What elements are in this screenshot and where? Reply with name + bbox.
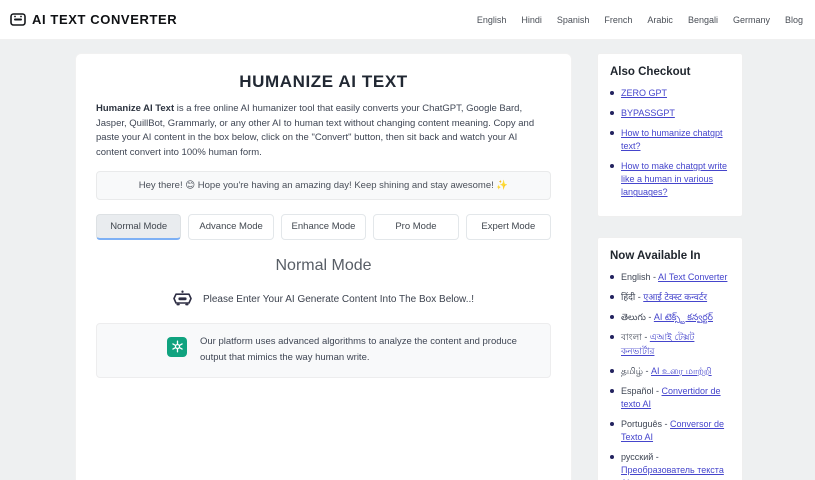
mode-tab[interactable]: Normal Mode — [96, 213, 182, 240]
also-checkout-title: Also Checkout — [610, 66, 691, 78]
language-label: हिंदी — [621, 292, 636, 303]
now-available-title: Now Available In — [610, 250, 701, 263]
humanizer-main-card: HUMANIZE AI TEXT Humanize AI Text is a f… — [75, 53, 572, 480]
sidebar: Also Checkout ZERO GPT BYPASSGPT How to … — [597, 53, 743, 480]
checkout-link[interactable]: How to make chatgpt write like a human i… — [621, 161, 727, 197]
intro-paragraph: Humanize AI Text is a free online AI hum… — [96, 102, 551, 161]
robot-icon — [173, 290, 192, 310]
instruction-text: Please Enter Your AI Generate Content In… — [202, 294, 475, 306]
page-title: HUMANIZE AI TEXT — [239, 72, 408, 91]
ai-converter-logo-icon — [10, 13, 26, 26]
top-nav: English Hindi Spanish French Arabic Beng… — [477, 15, 803, 25]
language-link[interactable]: AI உரை மாற்றி — [651, 366, 712, 376]
nav-link[interactable]: Bengali — [688, 15, 718, 25]
checkout-list-item: BYPASSGPT — [610, 107, 730, 120]
language-list-item: తెలుగు - AI టెక్స్ట్ కన్వర్టర్ — [610, 311, 730, 324]
brand-logo[interactable]: AI TEXT CONVERTER — [10, 12, 177, 27]
brand-title: AI TEXT CONVERTER — [32, 12, 178, 27]
language-list-item: русский - Преобразователь текста AI — [610, 451, 730, 480]
language-label: English — [621, 272, 651, 283]
language-label: русский — [621, 451, 654, 462]
language-link[interactable]: एआई टेक्स्ट कन्वर्टर — [643, 292, 707, 302]
greeting-banner: Hey there! 😊 Hope you're having an amazi… — [96, 170, 551, 200]
checkout-link[interactable]: ZERO GPT — [621, 88, 667, 98]
also-checkout-list: ZERO GPT BYPASSGPT How to humanize chatg… — [610, 87, 730, 199]
nav-link[interactable]: Arabic — [647, 15, 673, 25]
checkout-link[interactable]: BYPASSGPT — [621, 108, 675, 118]
language-label: Español — [621, 385, 654, 396]
platform-note-box: Our platform uses advanced algorithms to… — [96, 322, 551, 379]
checkout-link[interactable]: How to humanize chatgpt text? — [621, 128, 723, 151]
checkout-list-item: How to make chatgpt write like a human i… — [610, 160, 730, 199]
nav-link[interactable]: French — [604, 15, 632, 25]
instruction-row: Please Enter Your AI Generate Content In… — [96, 290, 551, 310]
language-list-item: Español - Convertidor de texto AI — [610, 385, 730, 411]
language-list-item: தமிழ் - AI உரை மாற்றி — [610, 365, 730, 378]
language-label: Português — [621, 418, 663, 429]
language-list-item: हिंदी - एआई टेक्स्ट कन्वर्टर — [610, 291, 730, 304]
chatgpt-icon — [167, 336, 187, 357]
page-body: HUMANIZE AI TEXT Humanize AI Text is a f… — [0, 40, 815, 480]
language-link[interactable]: AI Text Converter — [658, 272, 727, 282]
mode-tab[interactable]: Enhance Mode — [280, 213, 367, 240]
language-label: বাংলা — [621, 332, 642, 343]
mode-tab[interactable]: Pro Mode — [373, 213, 459, 240]
language-list-item: Português - Conversor de Texto AI — [610, 418, 730, 444]
nav-link[interactable]: Blog — [785, 15, 803, 25]
also-checkout-card: Also Checkout ZERO GPT BYPASSGPT How to … — [597, 53, 743, 218]
language-label: தமிழ் — [621, 365, 643, 376]
header: AI TEXT CONVERTER English Hindi Spanish … — [0, 0, 815, 40]
now-available-card: Now Available In English - AI Text Conve… — [597, 237, 743, 480]
mode-tabs: Normal Mode Advance Mode Enhance Mode Pr… — [96, 213, 552, 240]
section-title: Normal Mode — [275, 256, 372, 274]
language-list-item: বাংলা - এআই টেক্সট কনভার্টার — [610, 331, 730, 357]
language-link[interactable]: Преобразователь текста AI — [621, 465, 724, 480]
mode-tab[interactable]: Advance Mode — [188, 213, 274, 240]
nav-link[interactable]: English — [477, 15, 507, 25]
mode-tab[interactable]: Expert Mode — [465, 213, 552, 240]
now-available-list: English - AI Text Converter हिंदी - एआई … — [610, 271, 730, 480]
language-label: తెలుగు — [621, 312, 646, 323]
language-list-item: English - AI Text Converter — [610, 271, 730, 284]
nav-link[interactable]: Hindi — [521, 15, 542, 25]
nav-link[interactable]: Germany — [733, 15, 770, 25]
checkout-list-item: ZERO GPT — [610, 87, 730, 100]
checkout-list-item: How to humanize chatgpt text? — [610, 127, 730, 153]
language-link[interactable]: AI టెక్స్ట్ కన్వర్టర్ — [654, 312, 713, 322]
intro-lead: Humanize AI Text — [96, 103, 175, 114]
nav-link[interactable]: Spanish — [557, 15, 590, 25]
platform-note-text: Our platform uses advanced algorithms to… — [200, 335, 517, 363]
